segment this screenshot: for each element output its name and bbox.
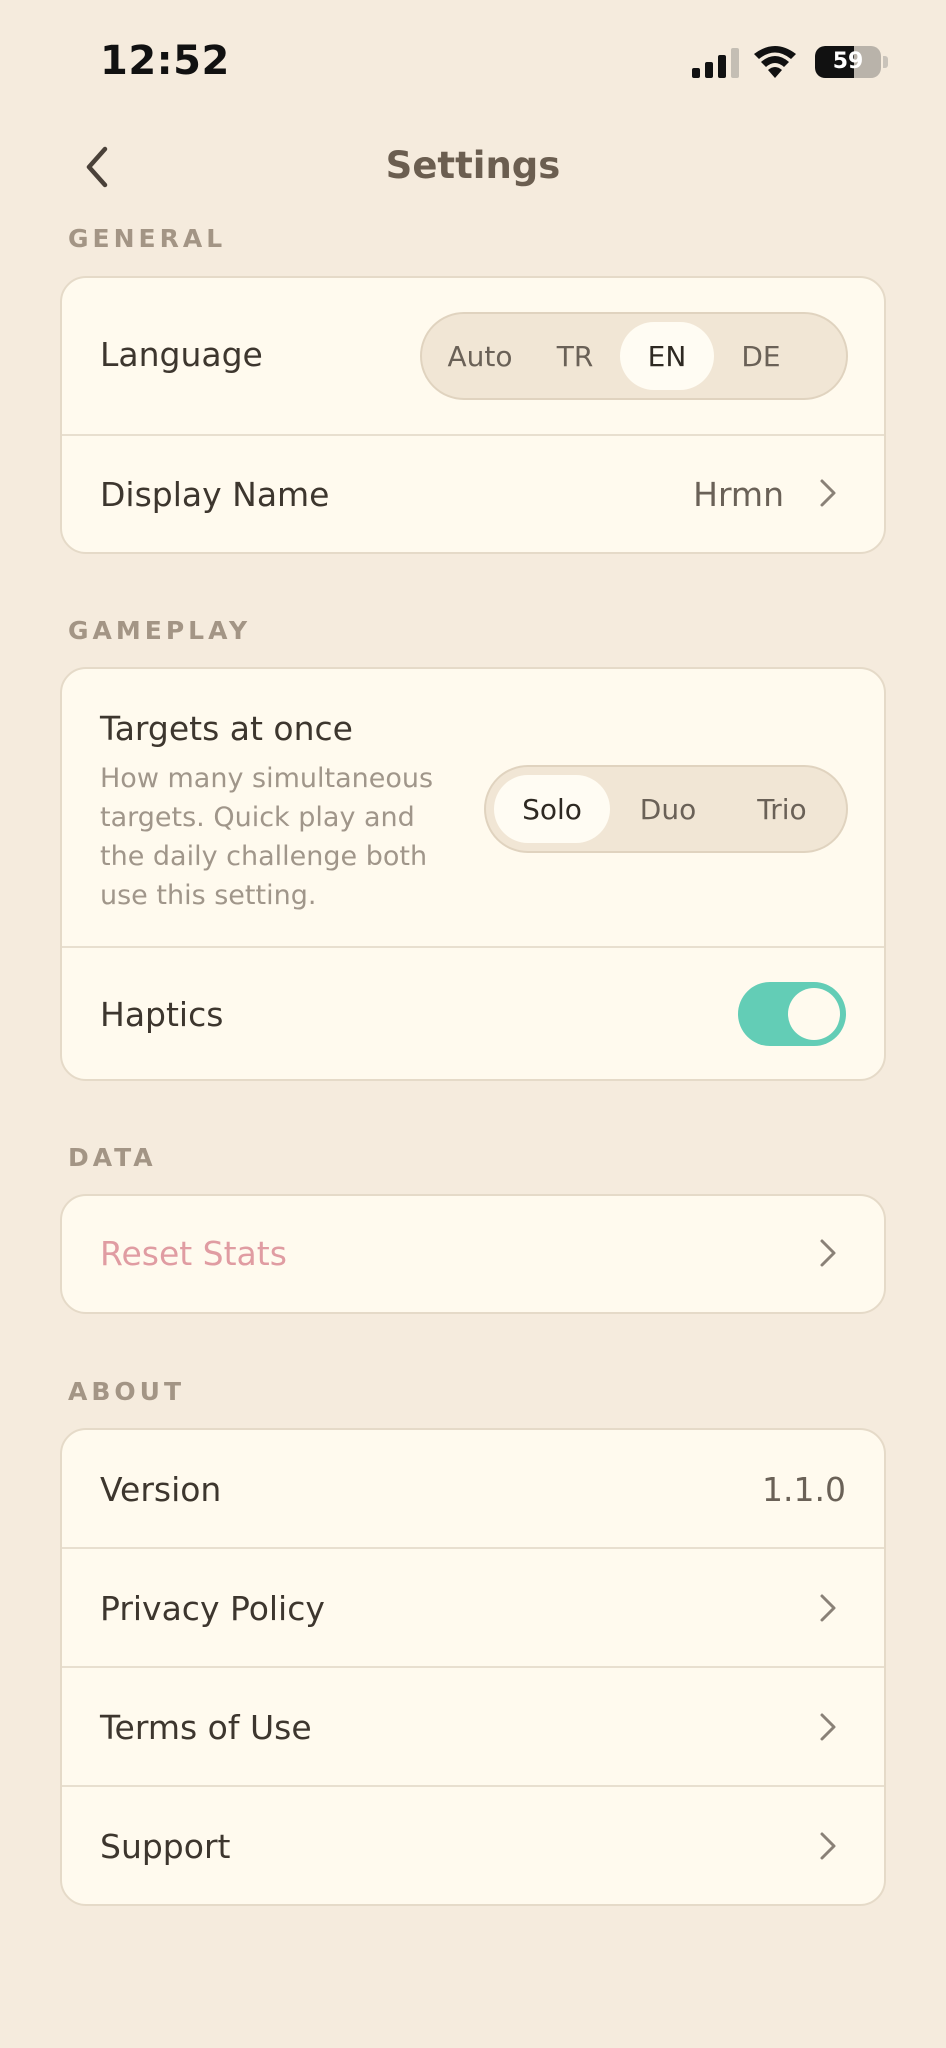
battery-tip (883, 56, 888, 68)
cellular-signal-icon (692, 48, 739, 78)
language-label: Language (100, 335, 263, 374)
reset-stats-label: Reset Stats (100, 1234, 287, 1273)
language-option-de[interactable]: DE (714, 322, 808, 390)
targets-option-solo[interactable]: Solo (494, 775, 610, 843)
battery-percentage: 59 (832, 49, 864, 74)
section-header-gameplay: GAMEPLAY (68, 616, 252, 645)
reset-stats-row[interactable]: Reset Stats (62, 1196, 884, 1312)
terms-of-use-label: Terms of Use (100, 1708, 312, 1747)
chevron-right-icon (820, 1713, 836, 1741)
support-row[interactable]: Support (62, 1787, 884, 1904)
about-card: Version 1.1.0 Privacy Policy Terms of Us… (60, 1428, 886, 1906)
version-label: Version (100, 1470, 222, 1509)
language-selector[interactable]: Auto TR EN DE (420, 312, 848, 400)
section-header-data: DATA (68, 1143, 157, 1172)
battery-icon: 59 (815, 46, 881, 78)
language-option-tr[interactable]: TR (530, 322, 620, 390)
status-bar: 12:52 59 (0, 0, 946, 120)
section-header-about: ABOUT (68, 1377, 186, 1406)
targets-option-duo[interactable]: Duo (610, 775, 726, 843)
support-label: Support (100, 1827, 231, 1866)
toggle-knob (788, 988, 840, 1040)
gameplay-card: Targets at once How many simultaneous ta… (60, 667, 886, 1081)
targets-description: How many simultaneous targets. Quick pla… (100, 763, 434, 911)
settings-screen: 12:52 59 Settings GENERAL Language Auto … (0, 0, 946, 2048)
page-title: Settings (385, 144, 561, 187)
targets-label: Targets at once (100, 709, 353, 748)
chevron-right-icon (820, 479, 836, 507)
chevron-right-icon (820, 1594, 836, 1622)
targets-option-trio[interactable]: Trio (726, 775, 838, 843)
display-name-label: Display Name (100, 475, 330, 514)
status-time: 12:52 (100, 38, 230, 84)
section-header-general: GENERAL (68, 224, 227, 253)
privacy-policy-row[interactable]: Privacy Policy (62, 1549, 884, 1668)
data-card: Reset Stats (60, 1194, 886, 1314)
targets-row: Targets at once How many simultaneous ta… (62, 669, 884, 948)
display-name-value: Hrmn (693, 475, 784, 514)
haptics-toggle[interactable] (738, 982, 846, 1046)
chevron-right-icon (820, 1832, 836, 1860)
haptics-row: Haptics (62, 948, 884, 1079)
terms-of-use-row[interactable]: Terms of Use (62, 1668, 884, 1787)
version-value: 1.1.0 (762, 1470, 846, 1509)
display-name-row[interactable]: Display Name Hrmn (62, 436, 884, 552)
targets-selector[interactable]: Solo Duo Trio (484, 765, 848, 853)
wifi-icon (754, 46, 796, 78)
language-row: Language Auto TR EN DE (62, 278, 884, 436)
privacy-policy-label: Privacy Policy (100, 1589, 325, 1628)
language-option-auto[interactable]: Auto (430, 322, 530, 390)
general-card: Language Auto TR EN DE Display Name Hrmn (60, 276, 886, 554)
version-row: Version 1.1.0 (62, 1430, 884, 1549)
chevron-right-icon (820, 1239, 836, 1267)
haptics-label: Haptics (100, 995, 224, 1034)
language-option-en[interactable]: EN (620, 322, 714, 390)
